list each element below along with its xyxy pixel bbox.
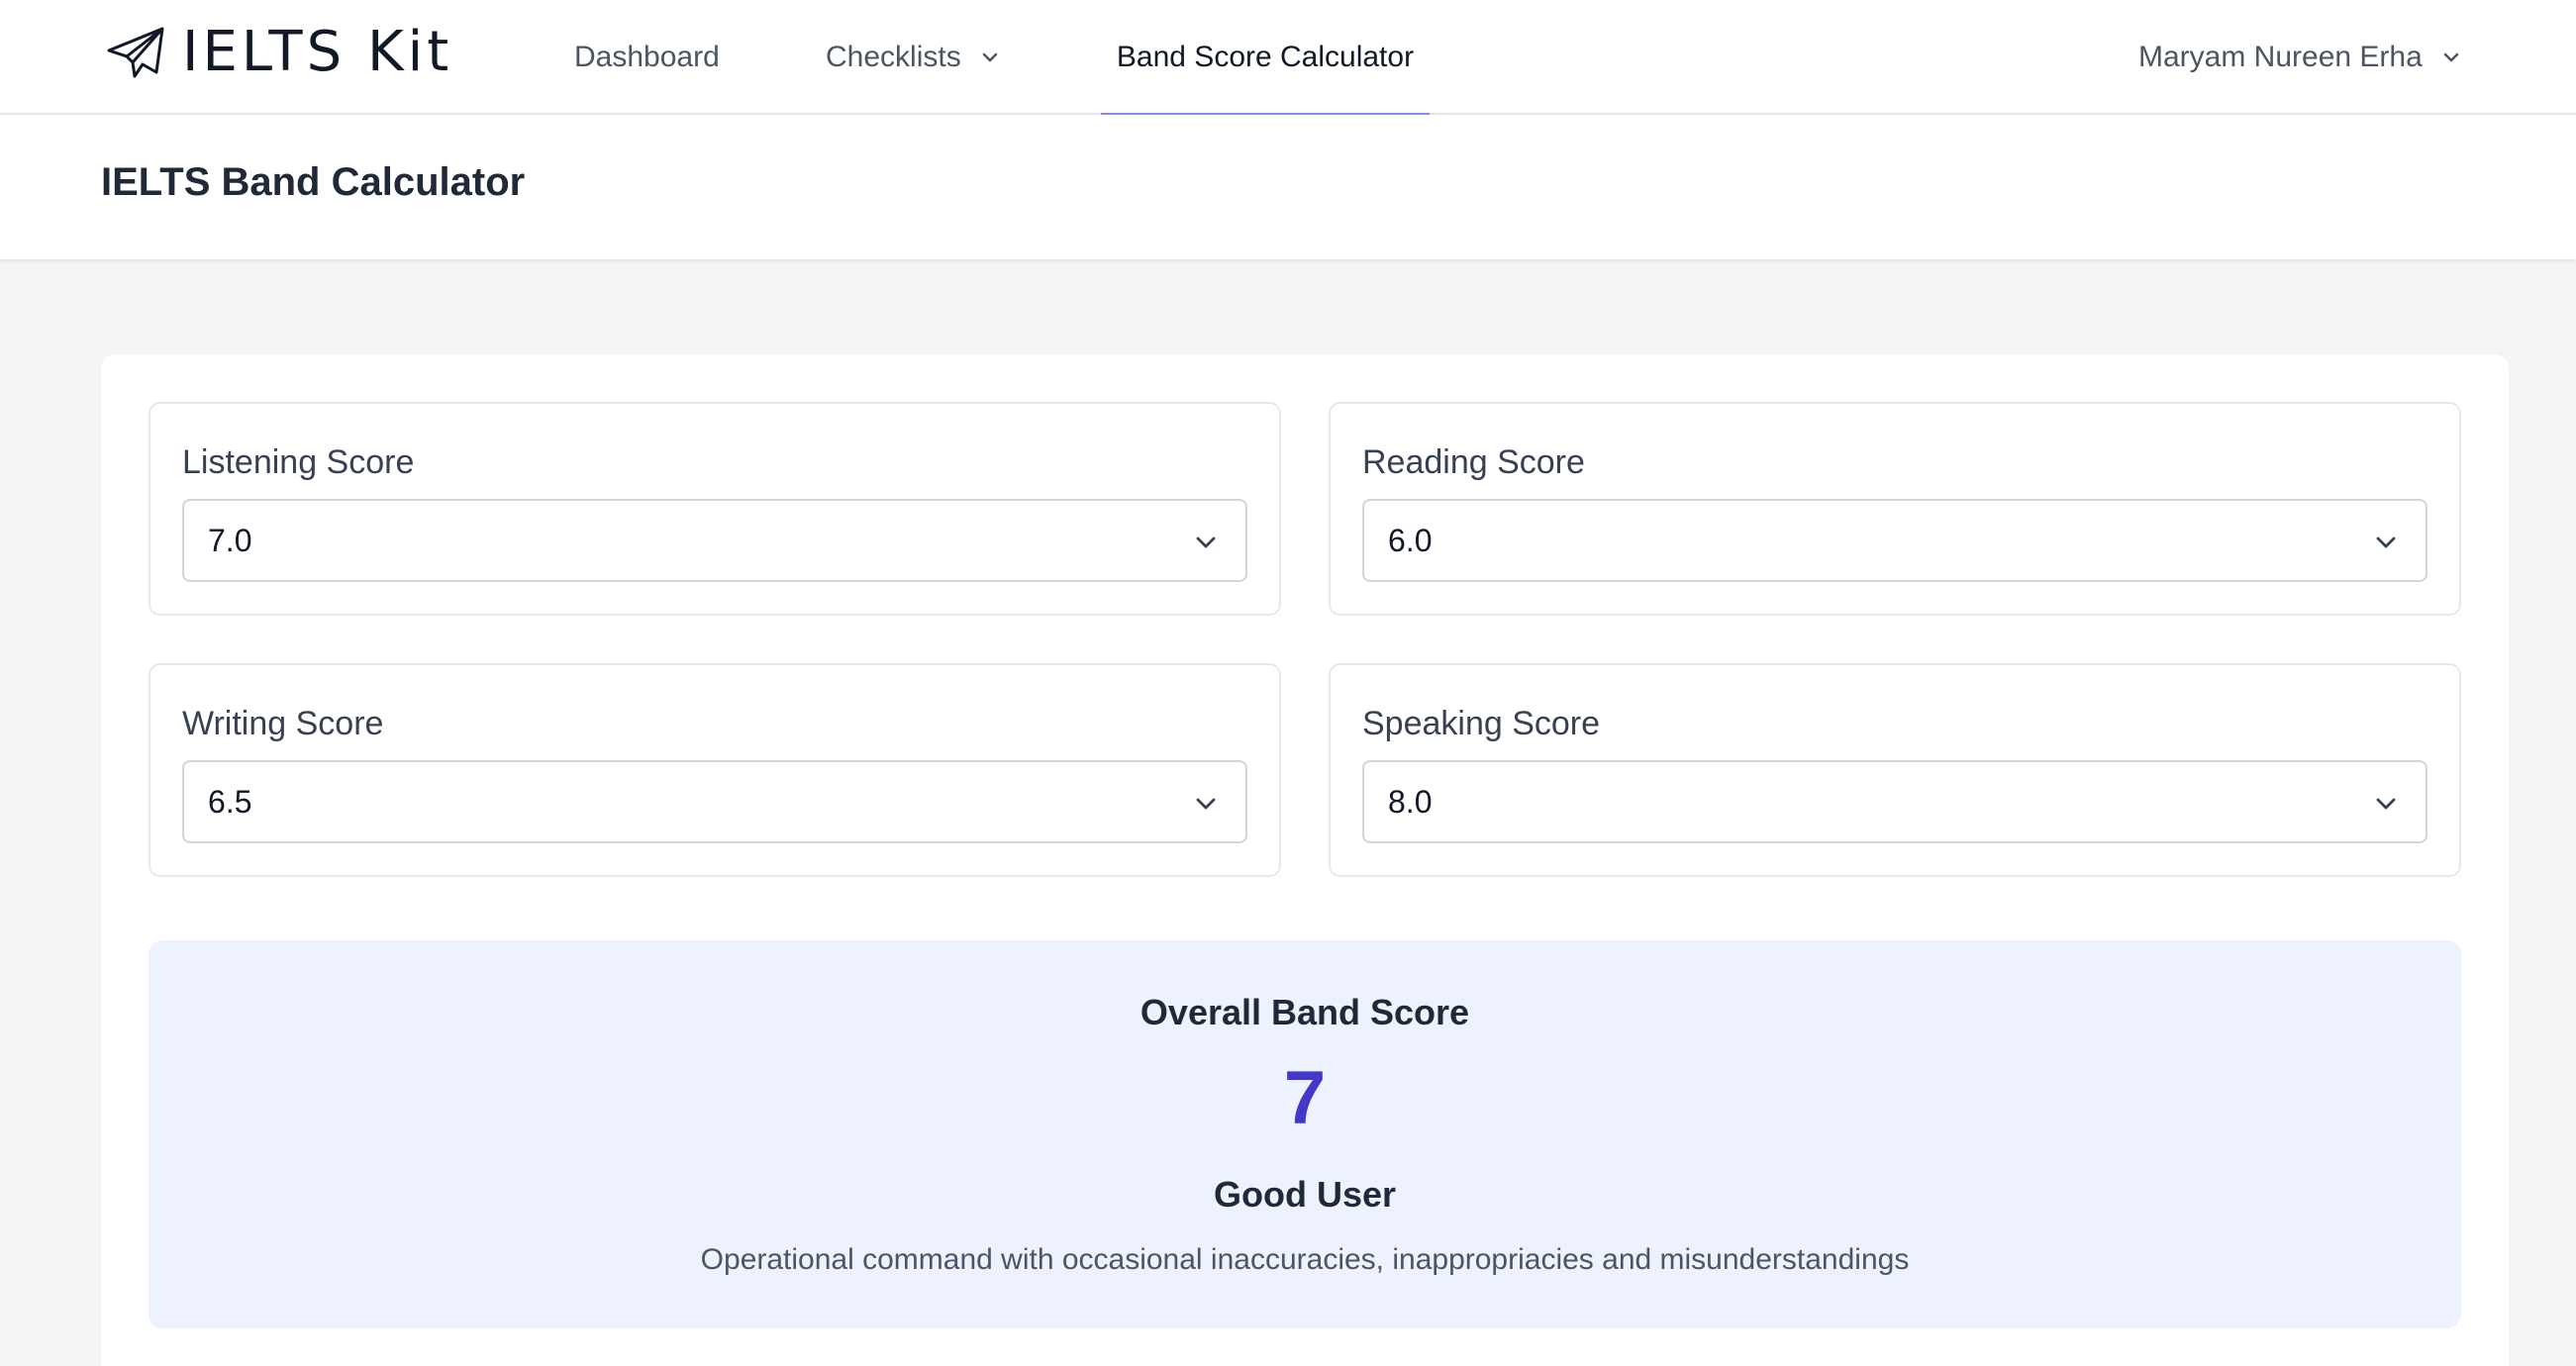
calculator-card: Listening Score 7.0 Reading Score 6.0 Wr… [101, 354, 2509, 1366]
overall-band-result: Overall Band Score 7 Good User Operation… [149, 940, 2461, 1328]
page-header: IELTS Band Calculator [0, 115, 2576, 259]
writing-score-value: 6.5 [208, 784, 252, 820]
app-logo[interactable]: IELTS Kit [105, 20, 452, 85]
nav-checklists-dropdown[interactable]: Checklists [826, 0, 1001, 115]
nav-dashboard-label: Dashboard [574, 41, 720, 73]
chevron-down-icon [1196, 798, 1216, 810]
paper-plane-icon [107, 27, 164, 78]
user-name: Maryam Nureen Erha [2138, 41, 2423, 73]
reading-score-label: Reading Score [1362, 443, 1585, 481]
reading-score-field: Reading Score 6.0 [1329, 402, 2461, 616]
nav-dashboard[interactable]: Dashboard [574, 0, 720, 115]
chevron-down-icon [1196, 537, 1216, 548]
band-level-description: Operational command with occasional inac… [700, 1243, 1910, 1276]
top-navbar: IELTS Kit Dashboard Checklists Band Scor… [0, 0, 2576, 117]
chevron-down-icon [2376, 537, 2396, 548]
chevron-down-icon [2376, 798, 2396, 810]
writing-score-select[interactable]: 6.5 [182, 760, 1247, 843]
writing-score-field: Writing Score 6.5 [149, 663, 1281, 877]
speaking-score-label: Speaking Score [1362, 705, 1601, 742]
nav-band-score-calculator[interactable]: Band Score Calculator [1101, 0, 1430, 117]
reading-score-value: 6.0 [1388, 523, 1433, 558]
overall-band-score: 7 [1283, 1056, 1327, 1140]
listening-score-field: Listening Score 7.0 [149, 402, 1281, 616]
nav-checklists-label: Checklists [826, 41, 961, 73]
chevron-down-icon [982, 52, 997, 62]
writing-score-label: Writing Score [182, 705, 384, 742]
listening-score-label: Listening Score [182, 443, 415, 481]
speaking-score-value: 8.0 [1388, 784, 1433, 820]
reading-score-select[interactable]: 6.0 [1362, 499, 2427, 582]
speaking-score-field: Speaking Score 8.0 [1329, 663, 2461, 877]
speaking-score-select[interactable]: 8.0 [1362, 760, 2427, 843]
overall-band-heading: Overall Band Score [1139, 992, 1470, 1032]
page-title: IELTS Band Calculator [101, 160, 526, 204]
listening-score-value: 7.0 [208, 523, 252, 558]
user-menu[interactable]: Maryam Nureen Erha [2138, 0, 2462, 115]
listening-score-select[interactable]: 7.0 [182, 499, 1247, 582]
band-level-label: Good User [1213, 1174, 1397, 1215]
chevron-down-icon [2443, 52, 2459, 62]
nav-calculator-label: Band Score Calculator [1116, 41, 1415, 73]
app-name: IELTS Kit [182, 20, 453, 84]
